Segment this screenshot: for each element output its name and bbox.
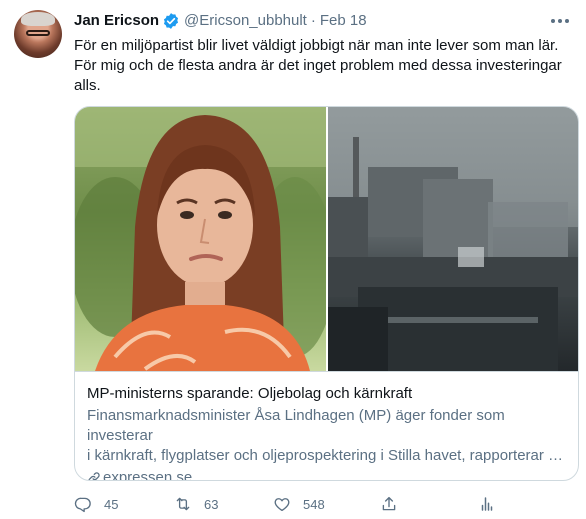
tweet-text-line: alls. xyxy=(74,77,101,94)
author-handle[interactable]: @Ericson_ubbhult xyxy=(184,11,307,31)
link-card[interactable]: MP-ministerns sparande: Oljebolag och kä… xyxy=(74,106,579,481)
like-icon xyxy=(274,498,290,512)
more-icon[interactable] xyxy=(548,9,572,33)
verified-badge-icon xyxy=(163,13,179,29)
separator-dot: · xyxy=(310,12,316,29)
card-image-industrial xyxy=(328,107,578,371)
tweet-date[interactable]: Feb 18 xyxy=(320,11,367,31)
retweet-button[interactable]: 63 xyxy=(174,494,218,514)
action-bar: 45 63 548 xyxy=(74,494,574,514)
tweet-text-line: För en miljöpartist blir livet väldigt j… xyxy=(74,37,559,54)
author-name[interactable]: Jan Ericson xyxy=(74,11,159,31)
tweet-text: För en miljöpartist blir livet väldigt j… xyxy=(74,36,574,96)
like-button[interactable]: 548 xyxy=(273,494,325,514)
card-domain-text: expressen.se xyxy=(103,469,193,481)
tweet-header: Jan Ericson @Ericson_ubbhult · Feb 18 xyxy=(74,11,367,31)
retweet-count: 63 xyxy=(204,496,219,512)
card-domain: expressen.se xyxy=(87,468,568,481)
card-image-portrait xyxy=(75,107,326,371)
reply-count: 45 xyxy=(104,496,119,512)
reply-button[interactable]: 45 xyxy=(74,494,118,514)
card-description: Finansmarknadsminister Åsa Lindhagen (MP… xyxy=(87,406,568,466)
reply-icon xyxy=(74,497,91,513)
analytics-button[interactable] xyxy=(478,494,496,514)
card-caption: MP-ministerns sparande: Oljebolag och kä… xyxy=(75,371,578,481)
like-count: 548 xyxy=(303,496,325,512)
tweet-text-line: För mig och de flesta andra är det inget… xyxy=(74,57,562,74)
card-description-line: i kärnkraft, flygplatser och oljeprospek… xyxy=(87,447,564,464)
card-title: MP-ministerns sparande: Oljebolag och kä… xyxy=(87,385,413,402)
analytics-icon xyxy=(481,497,493,511)
card-description-line: Finansmarknadsminister Åsa Lindhagen (MP… xyxy=(87,407,505,444)
retweet-icon xyxy=(176,497,190,511)
share-icon xyxy=(382,496,396,511)
link-icon xyxy=(88,472,100,480)
portrait-illustration xyxy=(75,107,326,371)
share-button[interactable] xyxy=(380,494,398,514)
avatar[interactable] xyxy=(14,10,62,58)
avatar-glasses xyxy=(26,30,50,36)
industrial-illustration xyxy=(328,107,578,371)
avatar-hair xyxy=(21,12,55,26)
